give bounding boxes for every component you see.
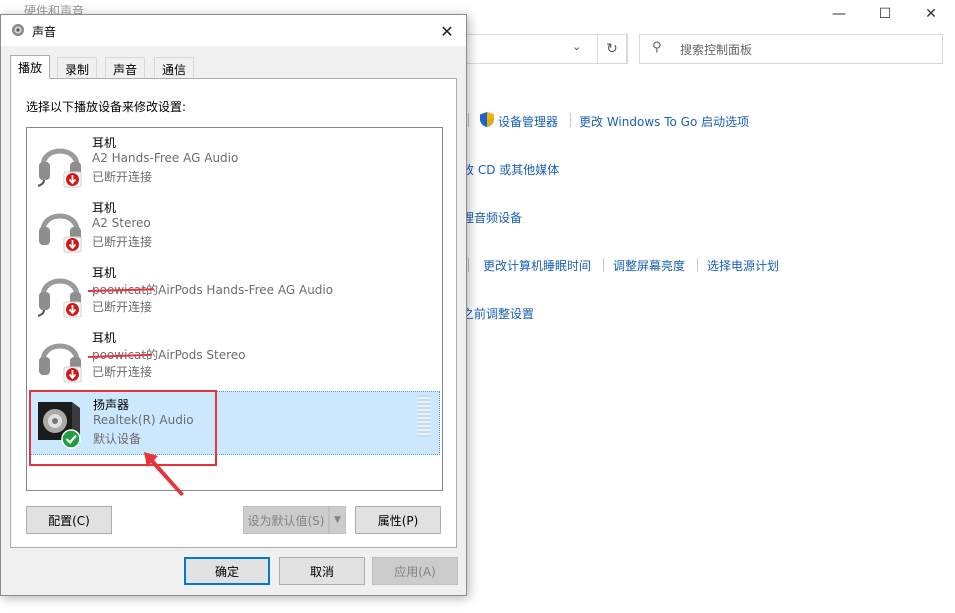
volume-meter [417,395,431,437]
chevron-down-icon[interactable]: ⌄ [572,40,581,53]
sound-dialog: 声音 ✕ 播放 录制 声音 通信 选择以下播放设备来修改设置: 耳机 A2 Ha… [0,14,467,596]
tab-sounds[interactable]: 声音 [105,57,146,78]
headset-disconnected-icon [37,278,82,318]
list-item[interactable]: 耳机 A2 Stereo 已断开连接 [29,195,440,259]
search-icon: ⚲ [652,40,662,55]
apply-button[interactable]: 应用(A) [372,557,458,585]
configure-button[interactable]: 配置(C) [26,506,112,534]
minimize-button[interactable]: — [816,0,862,28]
annotation-box [29,390,217,466]
device-status: 已断开连接 [92,365,153,379]
close-icon[interactable]: ✕ [433,19,461,43]
tab-recording[interactable]: 录制 [57,57,98,78]
device-name: 耳机 [92,201,117,215]
device-description: A2 Hands-Free AG Audio [92,151,239,165]
set-default-button[interactable]: 设为默认值(S) [243,506,329,534]
device-name: 耳机 [92,331,117,345]
maximize-button[interactable]: ☐ [862,0,908,28]
adjust-settings-link[interactable]: 之前调整设置 [462,305,534,322]
shield-icon [480,112,494,127]
device-description: A2 Stereo [92,216,151,230]
audio-devices-link[interactable]: 理音频设备 [462,209,522,226]
brightness-link[interactable]: 调整屏幕亮度 [613,257,685,274]
device-name: 耳机 [92,266,117,280]
speaker-icon [12,24,24,36]
tab-communications[interactable]: 通信 [154,57,195,78]
dialog-title: 声音 [32,25,57,39]
windows-to-go-link[interactable]: 更改 Windows To Go 启动选项 [579,113,749,130]
properties-button[interactable]: 属性(P) [355,506,441,534]
cd-media-link[interactable]: 改 CD 或其他媒体 [462,161,559,178]
chevron-down-icon[interactable]: ▼ [329,506,346,534]
headset-disconnected-icon [37,148,82,188]
device-manager-link[interactable]: 设备管理器 [498,113,558,130]
annotation-arrow-icon [144,452,184,496]
power-plan-link[interactable]: 选择电源计划 [707,257,779,274]
list-item[interactable]: 耳机 A2 Hands-Free AG Audio 已断开连接 [29,130,440,194]
close-window-button[interactable]: ✕ [908,0,954,28]
headset-disconnected-icon [39,343,82,383]
cancel-button[interactable]: 取消 [279,557,365,585]
list-item[interactable]: 耳机 poowicat的AirPods Hands-Free AG Audio … [29,260,440,324]
device-status: 已断开连接 [92,300,153,314]
tab-playback[interactable]: 播放 [10,55,51,79]
refresh-button[interactable]: ↻ [597,34,627,64]
sleep-time-link[interactable]: 更改计算机睡眠时间 [483,257,591,274]
instruction-label: 选择以下播放设备来修改设置: [26,100,187,114]
device-status: 已断开连接 [92,170,153,184]
search-placeholder: 搜索控制面板 [680,43,753,57]
dialog-titlebar[interactable]: 声音 ✕ [1,15,466,46]
ok-button[interactable]: 确定 [184,557,270,585]
headset-disconnected-icon [39,213,82,253]
device-status: 已断开连接 [92,235,153,249]
device-name: 耳机 [92,136,117,150]
